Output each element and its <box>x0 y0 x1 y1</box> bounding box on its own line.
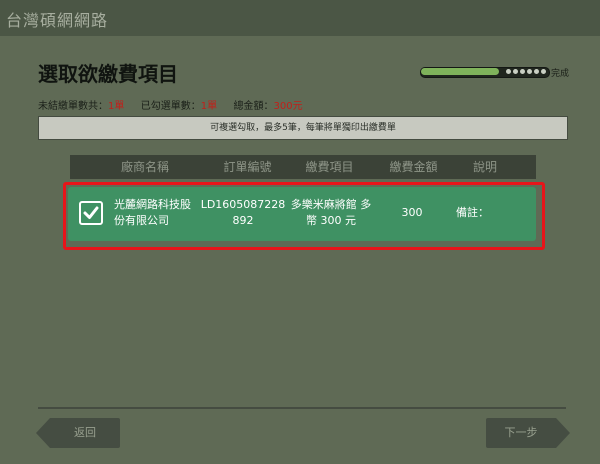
note-text: 備註： <box>456 206 489 219</box>
divider <box>38 407 566 409</box>
summary-line: 未結繳單數共：1單 已勾選單數：1單 總金額：300元 <box>38 97 303 112</box>
row-checkbox[interactable] <box>79 201 103 225</box>
column-header-order-id: 訂單編號 <box>223 160 272 174</box>
next-button[interactable]: 下一步 <box>486 418 570 448</box>
unpaid-label: 未結繳單數共： <box>38 101 108 112</box>
order-id: LD1605087228892 <box>200 198 286 227</box>
total-label: 總金額： <box>233 101 274 112</box>
column-header-amount: 繳費金額 <box>389 160 438 174</box>
column-header-note: 說明 <box>472 160 497 174</box>
progress-dot <box>520 69 525 74</box>
top-bar: 台灣碩網網路 <box>0 0 600 36</box>
payment-amount: 300 <box>401 206 423 219</box>
progress-bar <box>420 67 550 78</box>
back-button[interactable]: 返回 <box>36 418 120 448</box>
brand-title: 台灣碩網網路 <box>6 11 109 30</box>
payment-item: 多樂米麻將館 多幣 300 元 <box>290 198 372 227</box>
total-amount: 300元 <box>273 101 303 112</box>
column-header-vendor: 廠商名稱 <box>120 160 169 174</box>
check-icon <box>83 206 99 219</box>
unpaid-count: 1單 <box>108 101 125 112</box>
progress-dot <box>527 69 532 74</box>
table-header: 廠商名稱 訂單編號 繳費項目 繳費金額 說明 <box>70 155 536 179</box>
progress-dot <box>541 69 546 74</box>
table-row[interactable]: 光麓網路科技股份有限公司 LD1605087228892 多樂米麻將館 多幣 3… <box>68 187 536 241</box>
progress-label: 完成 <box>551 69 570 79</box>
progress-fill <box>421 68 499 75</box>
column-header-item: 繳費項目 <box>305 160 354 174</box>
progress-dot <box>513 69 518 74</box>
selected-label: 已勾選單數： <box>140 101 201 112</box>
progress-dot <box>534 69 539 74</box>
selected-count: 1單 <box>200 101 218 112</box>
vendor-name: 光麓網路科技股份有限公司 <box>114 198 191 227</box>
progress-dot <box>506 69 511 74</box>
notice-box: 可複選勾取，最多5筆，每筆將單獨印出繳費單 <box>38 116 568 140</box>
page-title: 選取欲繳費項目 <box>38 62 178 86</box>
